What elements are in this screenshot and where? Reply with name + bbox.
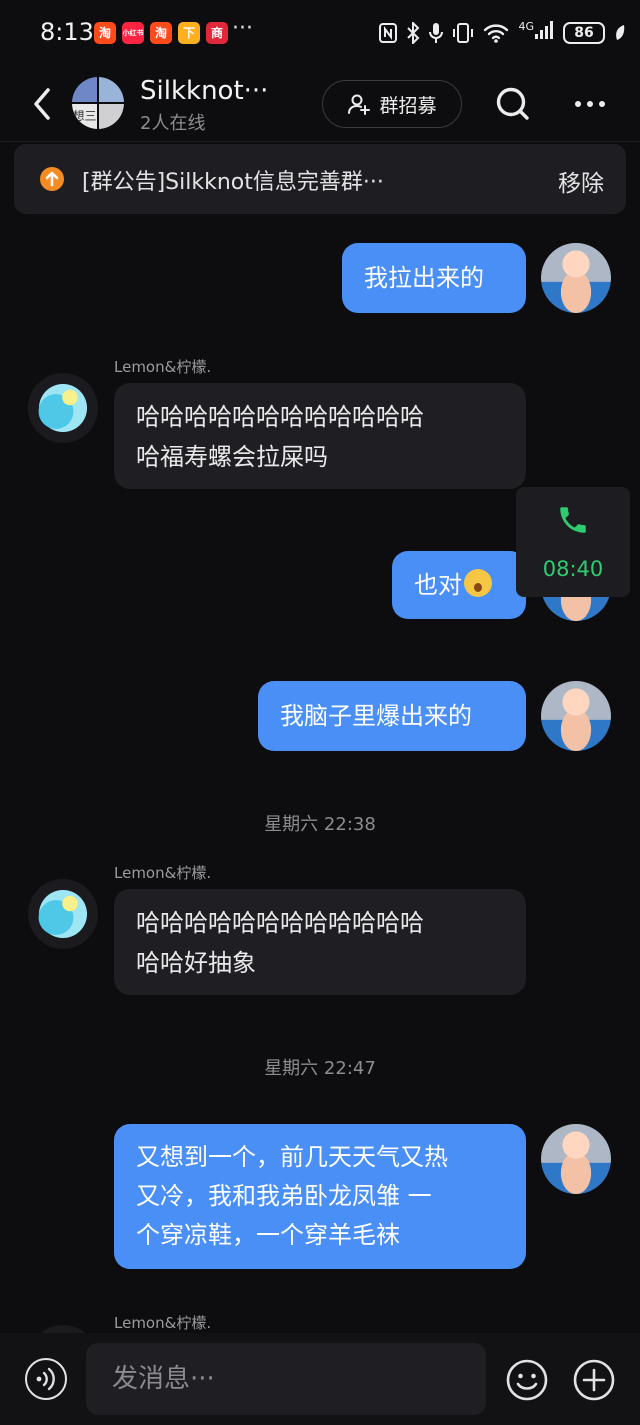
signal-icon: [535, 21, 553, 39]
message-text-line: 又想到一个，前几天天气又热: [136, 1143, 448, 1171]
remove-announcement-button[interactable]: 移除: [558, 164, 604, 198]
group-recruit-button[interactable]: 群招募: [322, 80, 462, 128]
search-icon: [496, 87, 529, 120]
my-avatar[interactable]: [541, 681, 611, 751]
message-text: 我脑子里爆出来的: [280, 702, 472, 730]
member-avatar: [99, 77, 124, 102]
huawei-mall-icon: 商: [206, 22, 228, 44]
status-time: 8:13: [40, 18, 94, 46]
voice-input-button[interactable]: [25, 1358, 67, 1400]
outgoing-message-bubble[interactable]: 我拉出来的: [342, 243, 526, 313]
member-avatar: [99, 104, 124, 129]
leaf-icon: [616, 24, 625, 40]
taobao-icon-2: 淘: [150, 22, 172, 44]
status-bar: 8:13 淘 小红书 淘 下 商 ··· 4G 86: [0, 0, 640, 66]
emoji-button[interactable]: [505, 1358, 549, 1402]
notification-apps: 淘 小红书 淘 下 商: [94, 22, 228, 44]
my-avatar[interactable]: [541, 1124, 611, 1194]
floating-call-widget[interactable]: 08:40: [516, 487, 630, 597]
call-duration: 08:40: [542, 557, 604, 581]
contact-avatar[interactable]: [28, 373, 98, 443]
time-separator: 星期六 22:38: [264, 814, 376, 835]
incoming-message-bubble[interactable]: 哈哈哈哈哈哈哈哈哈哈哈哈 哈福寿螺会拉屎吗: [114, 383, 526, 489]
sender-name: Lemon&柠檬.: [114, 358, 212, 376]
group-avatar[interactable]: 想三: [72, 77, 124, 129]
contact-avatar[interactable]: [28, 879, 98, 949]
group-title[interactable]: Silkknot···: [140, 76, 268, 106]
search-button[interactable]: [494, 84, 532, 124]
status-indicators: 4G 86: [379, 20, 626, 45]
message-text-line: 个穿凉鞋，一个穿羊毛袜: [136, 1221, 400, 1249]
chat-header: 想三 Silkknot··· 2人在线 群招募: [0, 66, 640, 142]
more-dots-icon: [575, 101, 605, 107]
chevron-left-icon: [34, 88, 50, 120]
vibrate-icon: [453, 22, 474, 43]
time-separator: 星期六 22:47: [264, 1058, 376, 1079]
back-button[interactable]: [26, 84, 60, 124]
outgoing-message-bubble[interactable]: 又想到一个，前几天天气又热 又冷，我和我弟卧龙凤雏 一 个穿凉鞋，一个穿羊毛袜: [114, 1124, 526, 1269]
message-text-line: 哈哈哈哈哈哈哈哈哈哈哈哈: [136, 403, 424, 431]
message-text-line: 又冷，我和我弟卧龙凤雏 一: [136, 1182, 432, 1210]
more-options-button[interactable]: [570, 86, 610, 122]
member-avatar: [72, 77, 97, 102]
my-avatar[interactable]: [541, 243, 611, 313]
group-recruit-label: 群招募: [379, 94, 437, 117]
nfc-icon: [379, 22, 398, 43]
member-avatar: 想三: [72, 104, 97, 129]
taobao-icon: 淘: [94, 22, 116, 44]
more-notifications: ···: [232, 16, 253, 41]
message-text-line: 哈福寿螺会拉屎吗: [136, 443, 328, 471]
bluetooth-icon: [407, 21, 420, 44]
exploding-head-emoji-icon: [464, 569, 492, 597]
microphone-icon: [429, 22, 444, 43]
incoming-message-bubble[interactable]: 哈哈哈哈哈哈哈哈哈哈哈哈 哈哈好抽象: [114, 889, 526, 995]
xiaohongshu-icon: 小红书: [122, 22, 144, 44]
outgoing-message-bubble[interactable]: 我脑子里爆出来的: [258, 681, 526, 751]
sender-name: Lemon&柠檬.: [114, 1314, 212, 1332]
message-input-bar: [0, 1333, 640, 1425]
announcement-icon: [40, 167, 64, 191]
announcement-text: [群公告]Silkknot信息完善群···: [82, 170, 384, 195]
more-actions-button[interactable]: [572, 1358, 616, 1402]
add-person-icon: [348, 94, 371, 115]
phone-icon: [560, 507, 586, 533]
smiley-icon: [506, 1359, 548, 1401]
message-text-line: 哈哈好抽象: [136, 949, 256, 977]
battery-indicator: 86: [563, 21, 605, 44]
message-text: 也对: [414, 571, 462, 599]
message-text-line: 哈哈哈哈哈哈哈哈哈哈哈哈: [136, 909, 424, 937]
group-announcement-banner[interactable]: [群公告]Silkknot信息完善群··· 移除: [14, 144, 626, 214]
plus-circle-icon: [573, 1359, 615, 1401]
voice-wave-icon: [36, 1367, 55, 1391]
app-store-icon: 下: [178, 22, 200, 44]
wifi-icon: [484, 23, 509, 43]
sender-name: Lemon&柠檬.: [114, 864, 212, 882]
network-type: 4G: [518, 20, 554, 45]
outgoing-message-bubble[interactable]: 也对: [392, 551, 526, 619]
message-text: 我拉出来的: [364, 264, 484, 292]
online-count: 2人在线: [140, 113, 206, 134]
message-input[interactable]: [86, 1343, 486, 1415]
